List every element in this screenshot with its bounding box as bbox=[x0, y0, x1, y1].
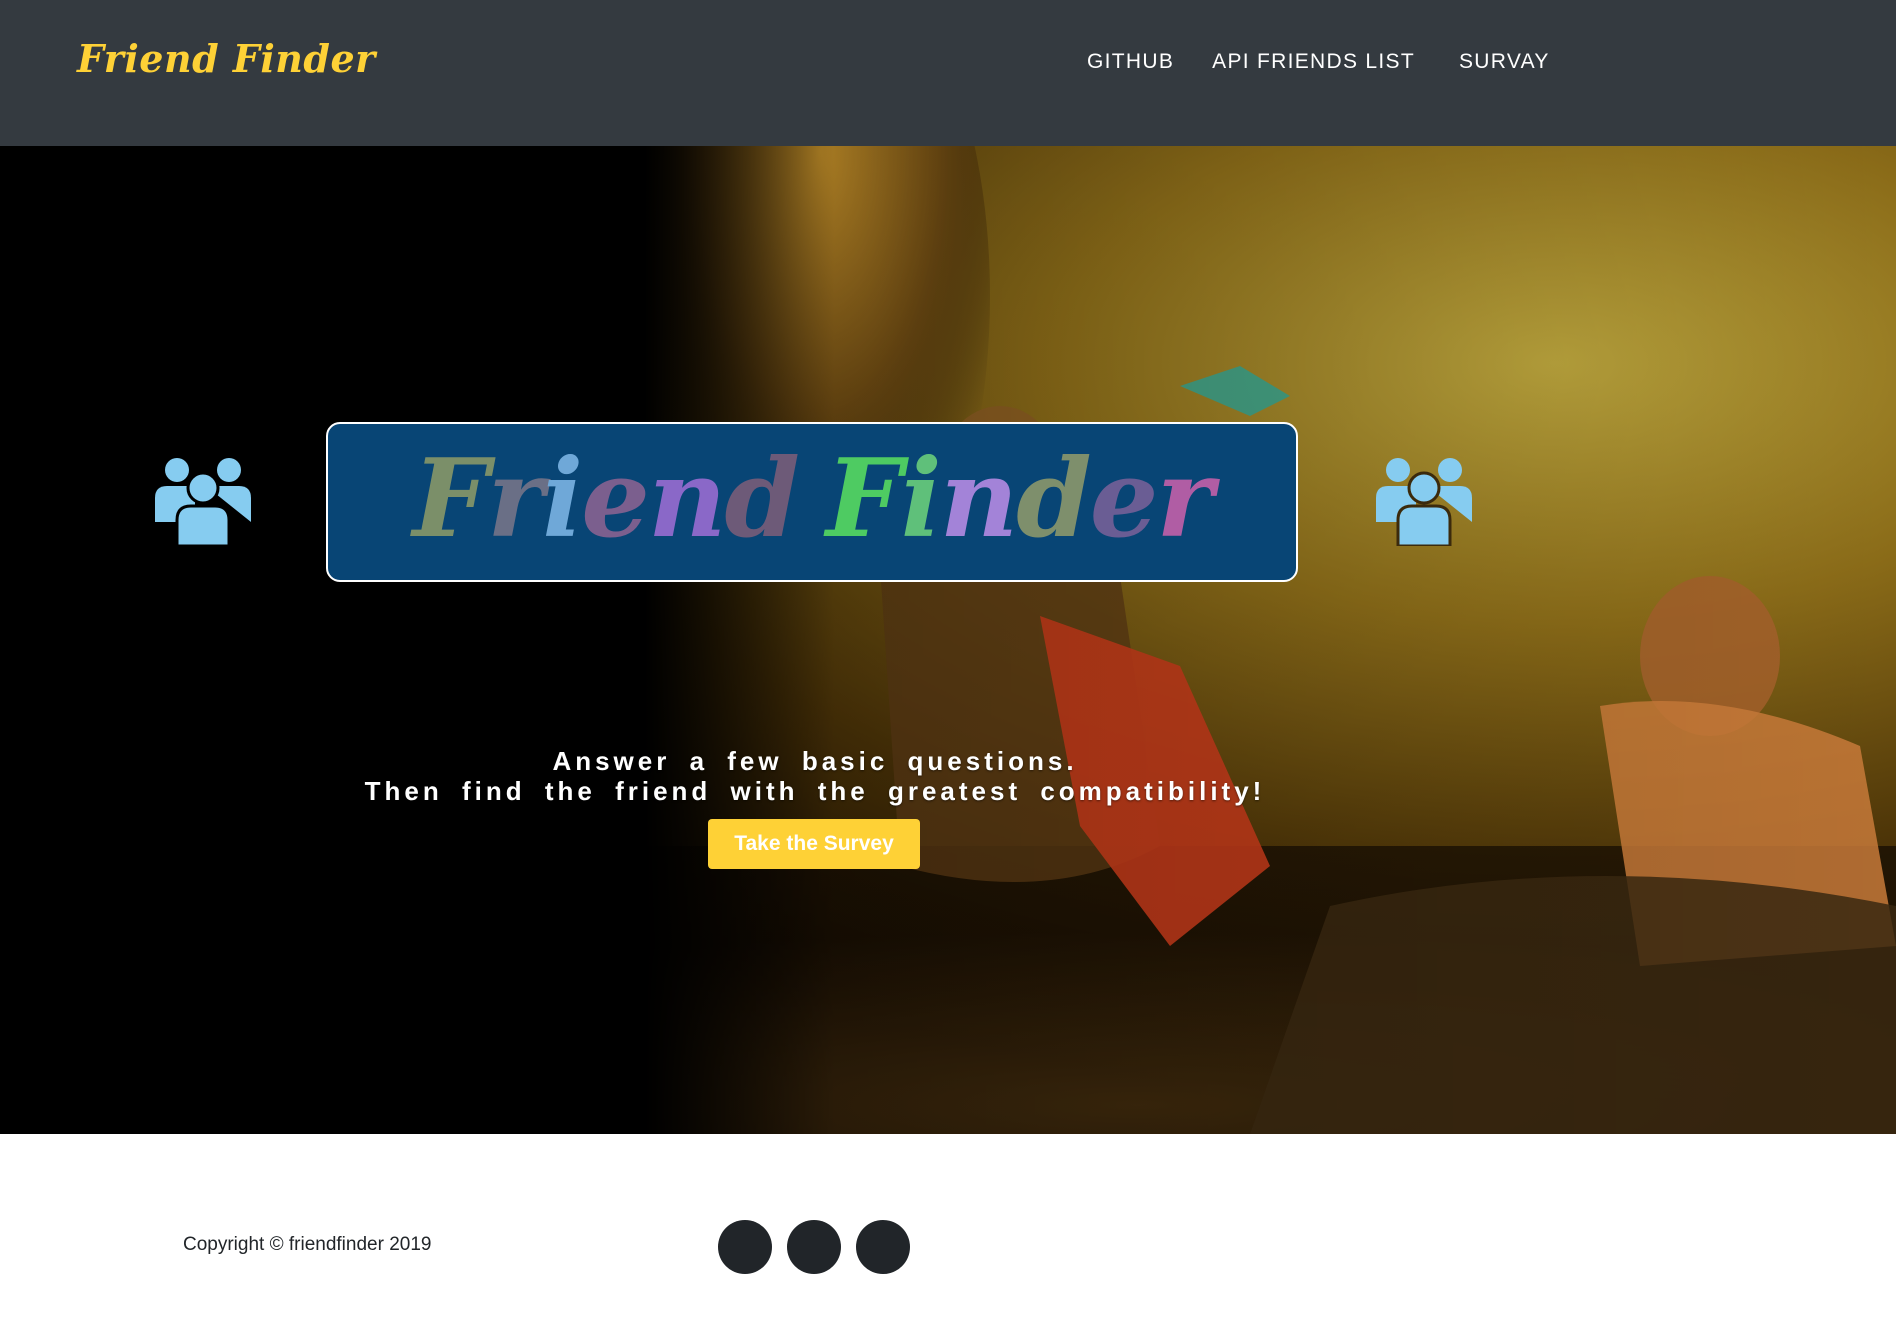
hero-title-letter: e bbox=[581, 436, 650, 562]
title-banner: Friend Finder bbox=[326, 422, 1298, 582]
take-survey-button[interactable]: Take the Survey bbox=[708, 819, 920, 869]
brand-logo[interactable]: Friend Finder bbox=[77, 36, 376, 81]
top-navbar: Friend Finder GITHUB API FRIENDS LIST SU… bbox=[0, 0, 1896, 146]
copyright-text: Copyright © friendfinder 2019 bbox=[183, 1234, 432, 1255]
hero-title-letter: n bbox=[647, 436, 727, 562]
tagline-line-2: Then find the friend with the greatest c… bbox=[364, 776, 1266, 806]
footer: Copyright © friendfinder 2019 bbox=[0, 1134, 1896, 1326]
hero-title-letter: r bbox=[1156, 436, 1213, 562]
hero-title-letter: F bbox=[412, 436, 490, 562]
social-icon-3[interactable] bbox=[856, 1220, 910, 1274]
nav-link-api-friends-list[interactable]: API FRIENDS LIST bbox=[1212, 50, 1415, 74]
nav-link-github[interactable]: GITHUB bbox=[1087, 50, 1174, 74]
users-icon bbox=[155, 458, 251, 546]
users-icon bbox=[1376, 458, 1472, 546]
hero-title: Friend Finder bbox=[412, 436, 1214, 562]
hero-title-letter: n bbox=[939, 436, 1019, 562]
hero-title-letter: d bbox=[1016, 436, 1092, 562]
hero-background-image bbox=[0, 146, 1896, 1134]
social-icon-2[interactable] bbox=[787, 1220, 841, 1274]
hero-title-letter: F bbox=[826, 436, 903, 562]
hero-title-letter: e bbox=[1089, 436, 1159, 562]
nav-links: GITHUB API FRIENDS LIST SURVAY bbox=[1087, 50, 1550, 74]
nav-link-survay[interactable]: SURVAY bbox=[1459, 50, 1550, 74]
hero-section: Friend Finder Answer a few basic questio… bbox=[0, 146, 1896, 1134]
tagline-line-1: Answer a few basic questions. bbox=[552, 746, 1078, 776]
hero-title-letter: i bbox=[542, 436, 583, 562]
social-icon-1[interactable] bbox=[718, 1220, 772, 1274]
hero-title-letter: d bbox=[724, 436, 800, 562]
hero-title-letter bbox=[798, 445, 826, 553]
hero-title-letter: r bbox=[487, 436, 544, 562]
hero-title-letter: i bbox=[900, 436, 942, 562]
